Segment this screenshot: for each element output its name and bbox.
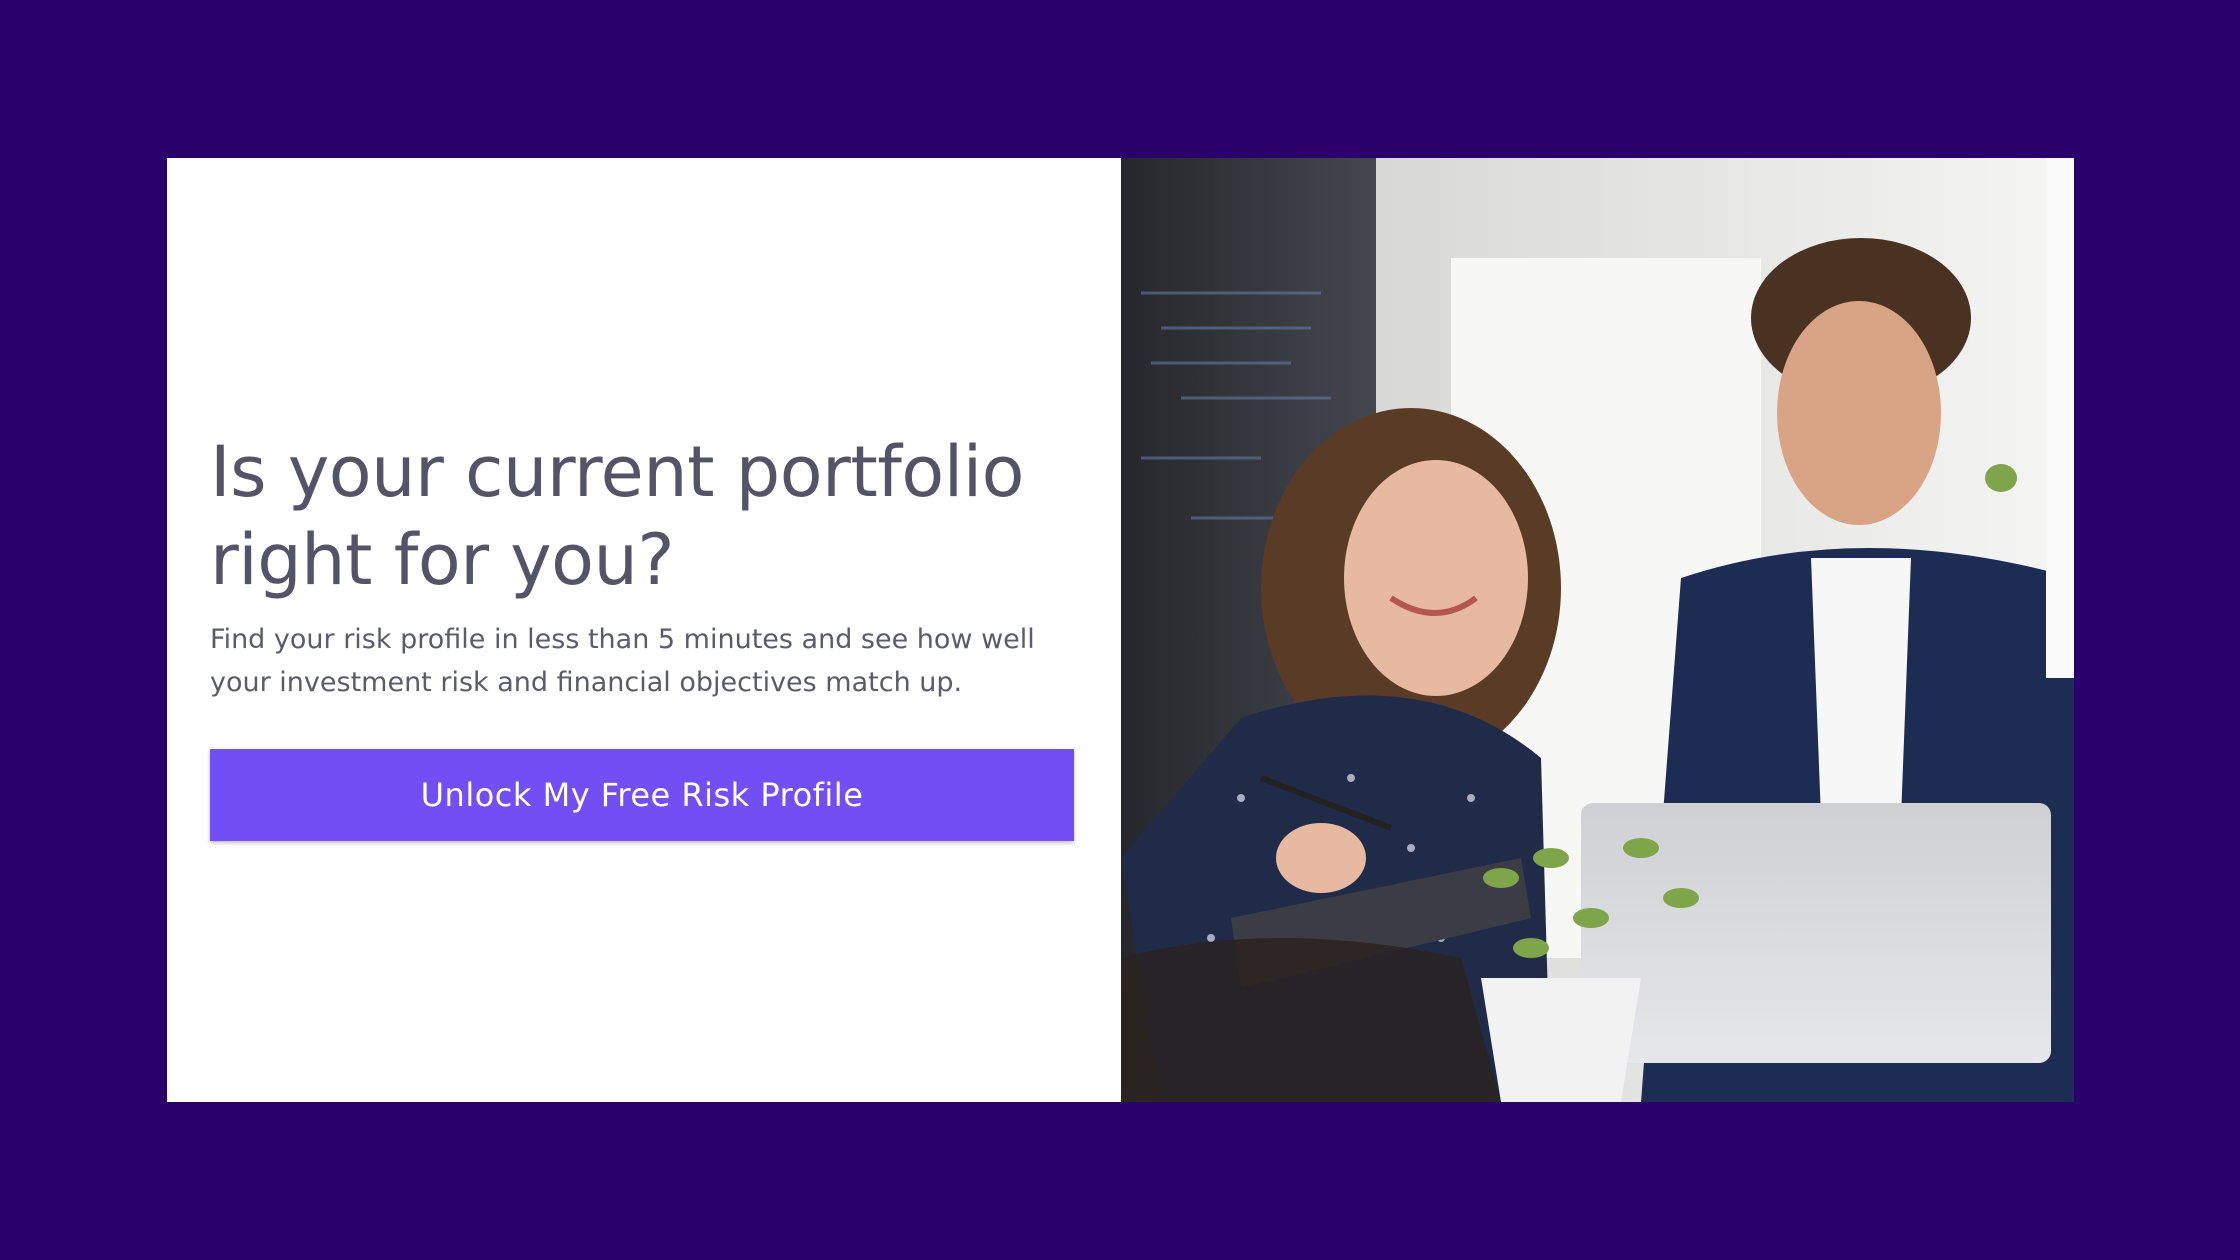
hero-card: Is your current portfolio right for you?…	[167, 158, 2074, 1102]
photo-illustration-icon	[1121, 158, 2074, 1102]
page: Is your current portfolio right for you?…	[0, 0, 2240, 1260]
hero-photo	[1121, 158, 2074, 1102]
hero-subtext: Find your risk profile in less than 5 mi…	[210, 624, 1035, 698]
hero-text-panel: Is your current portfolio right for you?…	[167, 158, 1121, 1102]
hero-headline: Is your current portfolio right for you?	[210, 431, 1024, 601]
unlock-risk-profile-button[interactable]: Unlock My Free Risk Profile	[210, 749, 1074, 841]
